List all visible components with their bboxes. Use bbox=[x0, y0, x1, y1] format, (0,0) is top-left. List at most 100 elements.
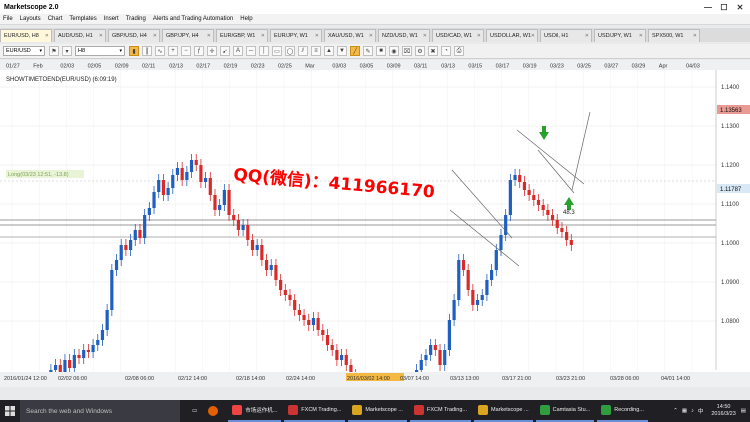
tab-usdjpy-w1[interactable]: USD/JPY, W1 ✕ bbox=[594, 29, 646, 42]
taskbar-item-browser[interactable]: 市场运作机... bbox=[228, 400, 282, 422]
close-icon[interactable]: ✕ bbox=[477, 33, 481, 39]
bell-icon[interactable]: ◔ bbox=[441, 46, 451, 56]
trash-icon[interactable]: ✖ bbox=[428, 46, 438, 56]
top-date-label: 03/19 bbox=[523, 64, 537, 70]
tab-eurjpy-w1[interactable]: EUR/JPY, W1 ✕ bbox=[270, 29, 322, 42]
flag-icon[interactable]: ⚑ bbox=[49, 46, 59, 56]
zoom-out-icon[interactable]: − bbox=[181, 46, 191, 56]
lock-icon[interactable]: ⌧ bbox=[402, 46, 412, 56]
chart-canvas[interactable]: 48.3 QQ(微信)：411966170 SHOWTIMETOEND(EUR/… bbox=[0, 60, 750, 422]
close-icon[interactable]: ✕ bbox=[639, 33, 643, 39]
zoom-in-icon[interactable]: + bbox=[168, 46, 178, 56]
tab-audusd-h1[interactable]: AUD/USD, H1 ✕ bbox=[54, 29, 106, 42]
pencil-icon[interactable]: ✎ bbox=[363, 46, 373, 56]
volume-icon[interactable]: ♪ bbox=[691, 408, 694, 414]
taskbar-search-input[interactable]: Search the web and Windows bbox=[20, 400, 180, 422]
vertical-line-icon[interactable]: │ bbox=[259, 46, 269, 56]
channel-icon[interactable]: ⫽ bbox=[298, 46, 308, 56]
notification-icon[interactable]: ▤ bbox=[741, 408, 746, 414]
close-icon[interactable]: ✕ bbox=[369, 33, 373, 39]
taskbar-item-recording[interactable]: Recording... bbox=[597, 400, 648, 422]
menu-insert[interactable]: Insert bbox=[104, 16, 119, 22]
tab-usdollar-w1[interactable]: USDOLLAR, W1 ✕ bbox=[486, 29, 538, 42]
clock[interactable]: 14:50 2016/3/23 bbox=[711, 404, 735, 418]
price-tick-label: 1.1400 bbox=[721, 85, 740, 91]
tab-eurusd-h8[interactable]: EUR/USD, H8 ✕ bbox=[0, 29, 52, 42]
menu-chart[interactable]: Chart bbox=[48, 16, 63, 22]
taskbar-item-fxcm-1[interactable]: FXCM Trading... bbox=[284, 400, 346, 422]
menu-alerts[interactable]: Alerts and Trading Automation bbox=[153, 16, 233, 22]
tab-xauusd-w1[interactable]: XAU/USD, W1 ✕ bbox=[324, 29, 376, 42]
close-button[interactable]: ✕ bbox=[732, 0, 748, 14]
close-icon[interactable]: ✕ bbox=[531, 33, 535, 39]
menu-layouts[interactable]: Layouts bbox=[20, 16, 41, 22]
ime-icon[interactable]: 中 bbox=[698, 407, 704, 415]
top-date-label: 03/03 bbox=[332, 64, 346, 70]
close-icon[interactable]: ✕ bbox=[693, 33, 697, 39]
chevron-down-icon[interactable]: ▾ bbox=[62, 46, 72, 56]
close-icon[interactable]: ✕ bbox=[207, 33, 211, 39]
tab-label: XAU/USD, W1 bbox=[328, 33, 364, 39]
taskbar-item-marketscope-1[interactable]: Marketscope ... bbox=[348, 400, 407, 422]
candle-body bbox=[86, 350, 90, 352]
network-icon[interactable]: ▦ bbox=[682, 408, 687, 414]
candles-icon[interactable]: ▮ bbox=[129, 46, 139, 56]
menu-templates[interactable]: Templates bbox=[69, 16, 96, 22]
chart-toolbar: EUR/USD ▾ ⚑ ▾ H8 ▾ ▮ ┃ ∿ + − ƒ ✛ ➹ A ─ │ ▭… bbox=[0, 44, 750, 59]
rectangle-icon[interactable]: ▭ bbox=[272, 46, 282, 56]
close-icon[interactable]: ✕ bbox=[585, 33, 589, 39]
tab-usdcad-w1[interactable]: USD/CAD, W1 ✕ bbox=[432, 29, 484, 42]
close-icon[interactable]: ✕ bbox=[99, 33, 103, 39]
candle-body bbox=[208, 178, 212, 195]
text-icon[interactable]: A bbox=[233, 46, 243, 56]
arrow-up-icon[interactable]: ▲ bbox=[324, 46, 334, 56]
trendline-icon[interactable]: ╱ bbox=[350, 46, 360, 56]
cursor-icon[interactable]: ➹ bbox=[220, 46, 230, 56]
taskbar-item-camtasia[interactable]: Camtasia Stu... bbox=[535, 400, 595, 422]
arrow-down-icon[interactable]: ▼ bbox=[337, 46, 347, 56]
top-date-label: 02/25 bbox=[278, 64, 292, 70]
tab-usoil-h1[interactable]: USOil, H1 ✕ bbox=[540, 29, 592, 42]
color-icon[interactable]: ■ bbox=[376, 46, 386, 56]
close-icon[interactable]: ✕ bbox=[153, 33, 157, 39]
close-icon[interactable]: ✕ bbox=[45, 33, 49, 39]
symbol-select[interactable]: EUR/USD ▾ bbox=[3, 46, 45, 56]
eye-icon[interactable]: ◉ bbox=[389, 46, 399, 56]
gear-icon[interactable]: ⚙ bbox=[415, 46, 425, 56]
tab-nzdusd-w1[interactable]: NZD/USD, W1 ✕ bbox=[378, 29, 430, 42]
menu-file[interactable]: File bbox=[3, 16, 13, 22]
horizontal-line-icon[interactable]: ─ bbox=[246, 46, 256, 56]
candle-body bbox=[452, 300, 456, 320]
menu-trading[interactable]: Trading bbox=[126, 16, 146, 22]
tab-eurgbp-w1[interactable]: EUR/GBP, W1 ✕ bbox=[216, 29, 268, 42]
print-icon[interactable]: ⎙ bbox=[454, 46, 464, 56]
line-chart-icon[interactable]: ∿ bbox=[155, 46, 165, 56]
bars-icon[interactable]: ┃ bbox=[142, 46, 152, 56]
minimize-button[interactable]: — bbox=[700, 0, 716, 14]
menu-help[interactable]: Help bbox=[240, 16, 252, 22]
chevron-up-icon[interactable]: ⌃ bbox=[673, 408, 678, 414]
indicator-icon[interactable]: ƒ bbox=[194, 46, 204, 56]
fibonacci-icon[interactable]: ≡ bbox=[311, 46, 321, 56]
tab-gbpusd-h4[interactable]: GBP/USD, H4 ✕ bbox=[108, 29, 160, 42]
candle-body bbox=[569, 240, 573, 245]
taskbar-item-marketscope-2[interactable]: Marketscope ... bbox=[474, 400, 533, 422]
windows-start-icon[interactable] bbox=[0, 400, 20, 422]
candle-body bbox=[119, 245, 123, 260]
firefox-icon[interactable] bbox=[204, 400, 225, 422]
ellipse-icon[interactable]: ◯ bbox=[285, 46, 295, 56]
task-view-icon[interactable]: ▭ bbox=[188, 400, 201, 422]
tab-gbpjpy-h4[interactable]: GBP/JPY, H4 ✕ bbox=[162, 29, 214, 42]
price-chart[interactable]: 48.3 QQ(微信)：411966170 SHOWTIMETOEND(EUR/… bbox=[0, 60, 750, 422]
candle-body bbox=[232, 215, 236, 220]
maximize-button[interactable]: ☐ bbox=[716, 0, 732, 14]
close-icon[interactable]: ✕ bbox=[315, 33, 319, 39]
close-icon[interactable]: ✕ bbox=[423, 33, 427, 39]
tab-spx500-w1[interactable]: SPX500, W1 ✕ bbox=[648, 29, 700, 42]
taskbar-item-fxcm-2[interactable]: FXCM Trading... bbox=[409, 400, 471, 422]
timeframe-select[interactable]: H8 ▾ bbox=[75, 46, 125, 56]
candle-body bbox=[429, 345, 433, 355]
close-icon[interactable]: ✕ bbox=[261, 33, 265, 39]
crosshair-icon[interactable]: ✛ bbox=[207, 46, 217, 56]
candle-body bbox=[513, 175, 517, 180]
